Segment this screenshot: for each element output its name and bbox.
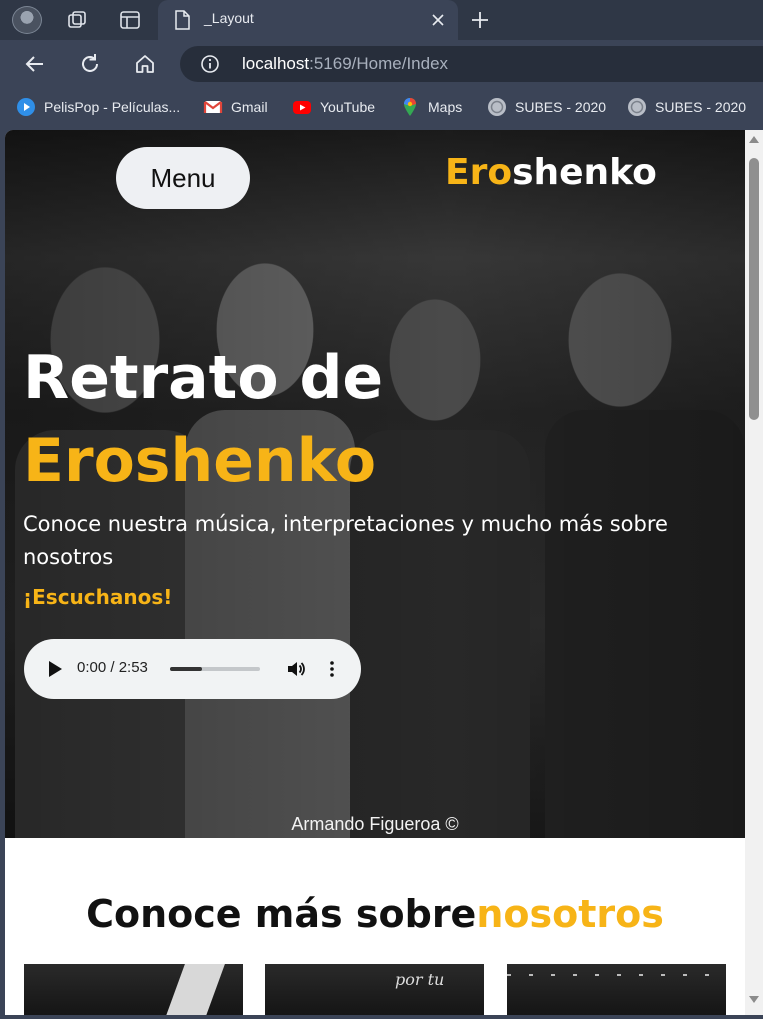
address-bar-row: localhost:5169/Home/Index [0, 40, 763, 88]
hero-section: Menu Eroshenko Retrato de Eroshenko Cono… [5, 130, 745, 838]
tab-title: _Layout [204, 10, 254, 26]
photo-credit: Armando Figueroa © [291, 814, 459, 834]
tab-strip: _Layout [0, 0, 763, 40]
hero-title: Retrato de [23, 343, 384, 413]
hero-title-accent: Eroshenko [23, 426, 377, 496]
reload-icon[interactable] [76, 50, 104, 78]
about-section-title: Conoce más sobrenosotros [5, 892, 745, 936]
bookmark-youtube[interactable]: YouTube [292, 97, 375, 117]
about-title-accent: nosotros [476, 892, 664, 936]
bookmark-gmail[interactable]: Gmail [203, 97, 268, 117]
brand-logo[interactable]: Eroshenko [445, 152, 657, 193]
seal-icon [488, 98, 506, 116]
bookmark-label: PelisPop - Películas... [44, 99, 181, 115]
tab-layout[interactable]: _Layout [158, 0, 458, 40]
tab-actions-icon[interactable] [119, 9, 141, 31]
brand-rest: shenko [512, 152, 657, 193]
bookmark-label: YouTube [320, 99, 376, 115]
scroll-up-icon[interactable] [749, 136, 759, 143]
thumb-caption: por tu [395, 970, 445, 989]
bookmarks-bar: PelisPop - Películas... Gmail YouTube Ma… [0, 88, 763, 126]
hero-subtitle: Conoce nuestra música, interpretaciones … [23, 512, 668, 569]
url-host: localhost [242, 54, 310, 73]
bookmark-label: Gmail [231, 99, 268, 115]
bookmark-subes-2[interactable]: SUBES - 2020 [627, 97, 746, 117]
about-title-main: Conoce más sobre [86, 892, 477, 936]
about-image-3 [507, 964, 726, 1015]
document-icon [175, 10, 190, 30]
scrollbar-thumb[interactable] [749, 158, 759, 420]
close-icon[interactable] [426, 8, 450, 32]
maps-pin-icon [404, 98, 416, 116]
bookmark-label: SUBES - 2020 [515, 99, 607, 115]
scroll-down-icon[interactable] [749, 996, 759, 1003]
new-tab-icon[interactable] [468, 8, 492, 32]
gmail-icon [203, 101, 223, 113]
home-icon[interactable] [131, 50, 159, 78]
more-options-icon[interactable] [326, 659, 338, 679]
url-path: :5169/Home/Index [309, 54, 449, 73]
url-input[interactable]: localhost:5169/Home/Index [180, 46, 763, 82]
thumb-lights [507, 974, 726, 976]
play-icon[interactable] [47, 660, 63, 678]
page-scrollbar[interactable] [745, 130, 763, 1015]
bookmark-subes-1[interactable]: SUBES - 2020 [487, 97, 606, 117]
thumb-shape [163, 964, 225, 1015]
url-text: localhost:5169/Home/Index [242, 54, 448, 74]
bookmark-label: Maps [428, 99, 463, 115]
page-viewport: Menu Eroshenko Retrato de Eroshenko Cono… [5, 130, 745, 1015]
site-info-icon[interactable] [200, 54, 220, 74]
seal-icon [628, 98, 646, 116]
bookmark-pelispop[interactable]: PelisPop - Películas... [16, 97, 180, 117]
about-image-1 [24, 964, 243, 1015]
play-circle-icon [17, 98, 35, 116]
back-arrow-icon[interactable] [21, 50, 49, 78]
volume-icon[interactable] [286, 659, 306, 679]
workspaces-icon[interactable] [66, 9, 88, 31]
brand-accent: Ero [445, 152, 513, 193]
profile-avatar[interactable] [12, 6, 42, 34]
audio-seek-slider[interactable] [170, 667, 260, 671]
bookmark-maps[interactable]: Maps [400, 97, 462, 117]
youtube-icon [293, 101, 311, 114]
bookmark-label: SUBES - 2020 [655, 99, 747, 115]
menu-button[interactable]: Menu [116, 147, 250, 209]
audio-player: 0:00 / 2:53 [24, 639, 361, 699]
audio-time: 0:00 / 2:53 [77, 659, 148, 676]
audio-progress-fill [170, 667, 202, 671]
about-image-2: por tu [265, 964, 484, 1015]
listen-heading: ¡Escuchanos! [23, 585, 173, 609]
